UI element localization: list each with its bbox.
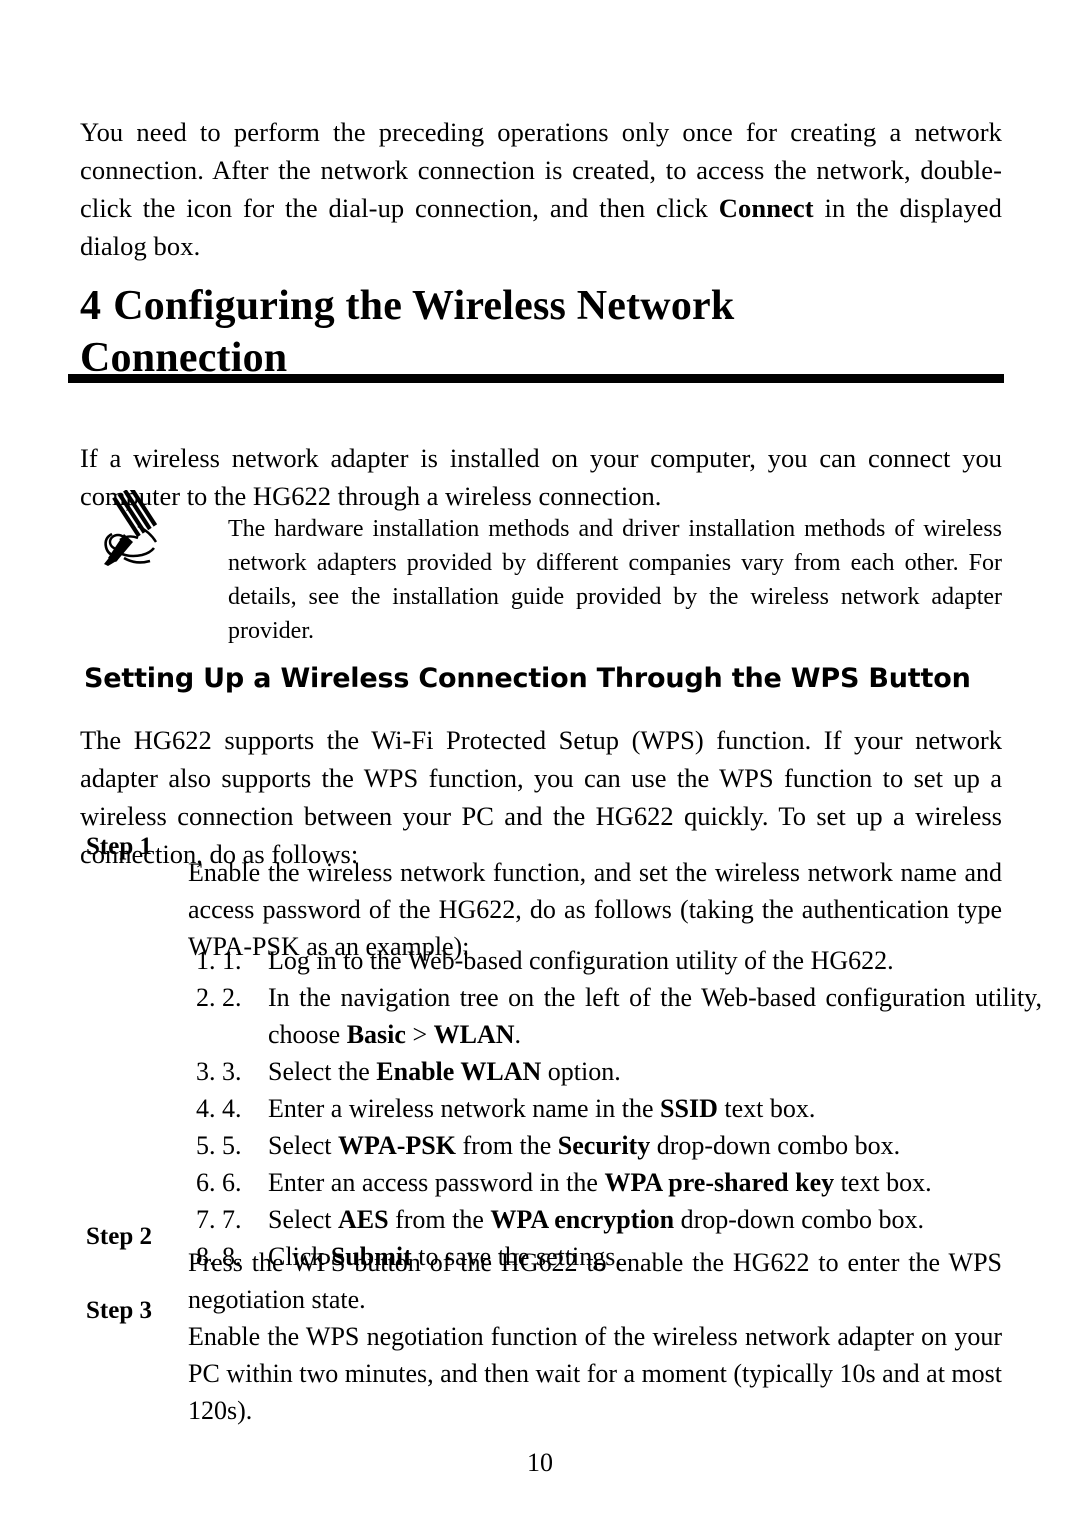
step-label-3: Step 3 [86, 1297, 152, 1324]
chapter-heading: 4 Configuring the Wireless Network Connect… [80, 280, 1002, 384]
substep-plain-text: > [405, 1020, 434, 1049]
substep-bold-term: Enable WLAN [376, 1057, 542, 1086]
substep-plain-text: text box. [717, 1094, 816, 1123]
substep-number: 4. [222, 1094, 242, 1123]
substep-text: Enter an access password in the WPA pre-… [268, 1168, 932, 1197]
substep-plain-text: text box. [834, 1168, 932, 1197]
intro-paragraph: You need to perform the preceding operat… [80, 113, 1002, 265]
substep-number: 2. [222, 983, 242, 1012]
substep-text: Log in to the Web-based configuration ut… [268, 946, 894, 975]
substep-number: 6. [222, 1168, 242, 1197]
step-block-3: Step 3 Enable the WPS negotiation functi… [86, 1292, 1002, 1455]
step-label-2: Step 2 [86, 1223, 152, 1250]
substep-bold-term: WPA pre-shared key [604, 1168, 835, 1197]
substep-bold-term: Security [557, 1131, 651, 1160]
substep-item: 3. Select the Enable WLAN option. [222, 1053, 1042, 1090]
chapter-title-line1: Configuring the Wireless Network [113, 283, 735, 330]
substep-plain-text: option. [541, 1057, 621, 1086]
note-block: The hardware installation methods and dr… [80, 485, 1002, 672]
substep-item: 5. Select WPA-PSK from the Security drop-… [222, 1127, 1042, 1164]
substep-plain-text: Enter an access password in the [268, 1168, 605, 1197]
substep-text: Enter a wireless network name in the SSI… [268, 1094, 815, 1123]
chapter-divider-rule [68, 374, 1004, 383]
substep-plain-text: Select the [268, 1057, 377, 1086]
connect-bold-term: Connect [718, 192, 814, 223]
substep-number: 3. [222, 1057, 242, 1086]
substep-plain-text: Log in to the Web-based configuration ut… [268, 946, 894, 975]
step-label-1: Step 1 [86, 833, 152, 860]
substep-bold-term: WPA-PSK [338, 1131, 456, 1160]
substep-bold-term: Basic [346, 1020, 406, 1049]
pen-note-icon [98, 485, 164, 568]
chapter-number: 4 [80, 283, 102, 330]
document-page: You need to perform the preceding operat… [0, 0, 1080, 1527]
substep-text: Select the Enable WLAN option. [268, 1057, 621, 1086]
substep-plain-text: Enter a wireless network name in the [268, 1094, 661, 1123]
substep-plain-text: drop-down combo box. [650, 1131, 901, 1160]
substep-bold-term: WLAN [433, 1020, 515, 1049]
substep-plain-text: . [514, 1020, 522, 1049]
substep-item: 4. Enter a wireless network name in the S… [222, 1090, 1042, 1127]
substep-number: 1. [222, 946, 242, 975]
substep-bold-term: SSID [660, 1094, 718, 1123]
substep-item: 1. Log in to the Web-based configuration … [222, 942, 1042, 979]
substep-text: In the navigation tree on the left of th… [268, 983, 1042, 1049]
substep-item: 6. Enter an access password in the WPA pr… [222, 1164, 1042, 1201]
substep-item: 2. In the navigation tree on the left of … [222, 979, 1042, 1053]
substep-number: 5. [222, 1131, 242, 1160]
step-text-3: Enable the WPS negotiation function of t… [188, 1322, 1002, 1425]
note-text: The hardware installation methods and dr… [228, 516, 1002, 644]
substep-text: Select WPA-PSK from the Security drop-do… [268, 1131, 900, 1160]
page-number: 10 [527, 1448, 553, 1477]
substep-plain-text: from the [455, 1131, 558, 1160]
substep-plain-text: Select [268, 1131, 339, 1160]
section-heading: Setting Up a Wireless Connection Through… [84, 663, 971, 695]
